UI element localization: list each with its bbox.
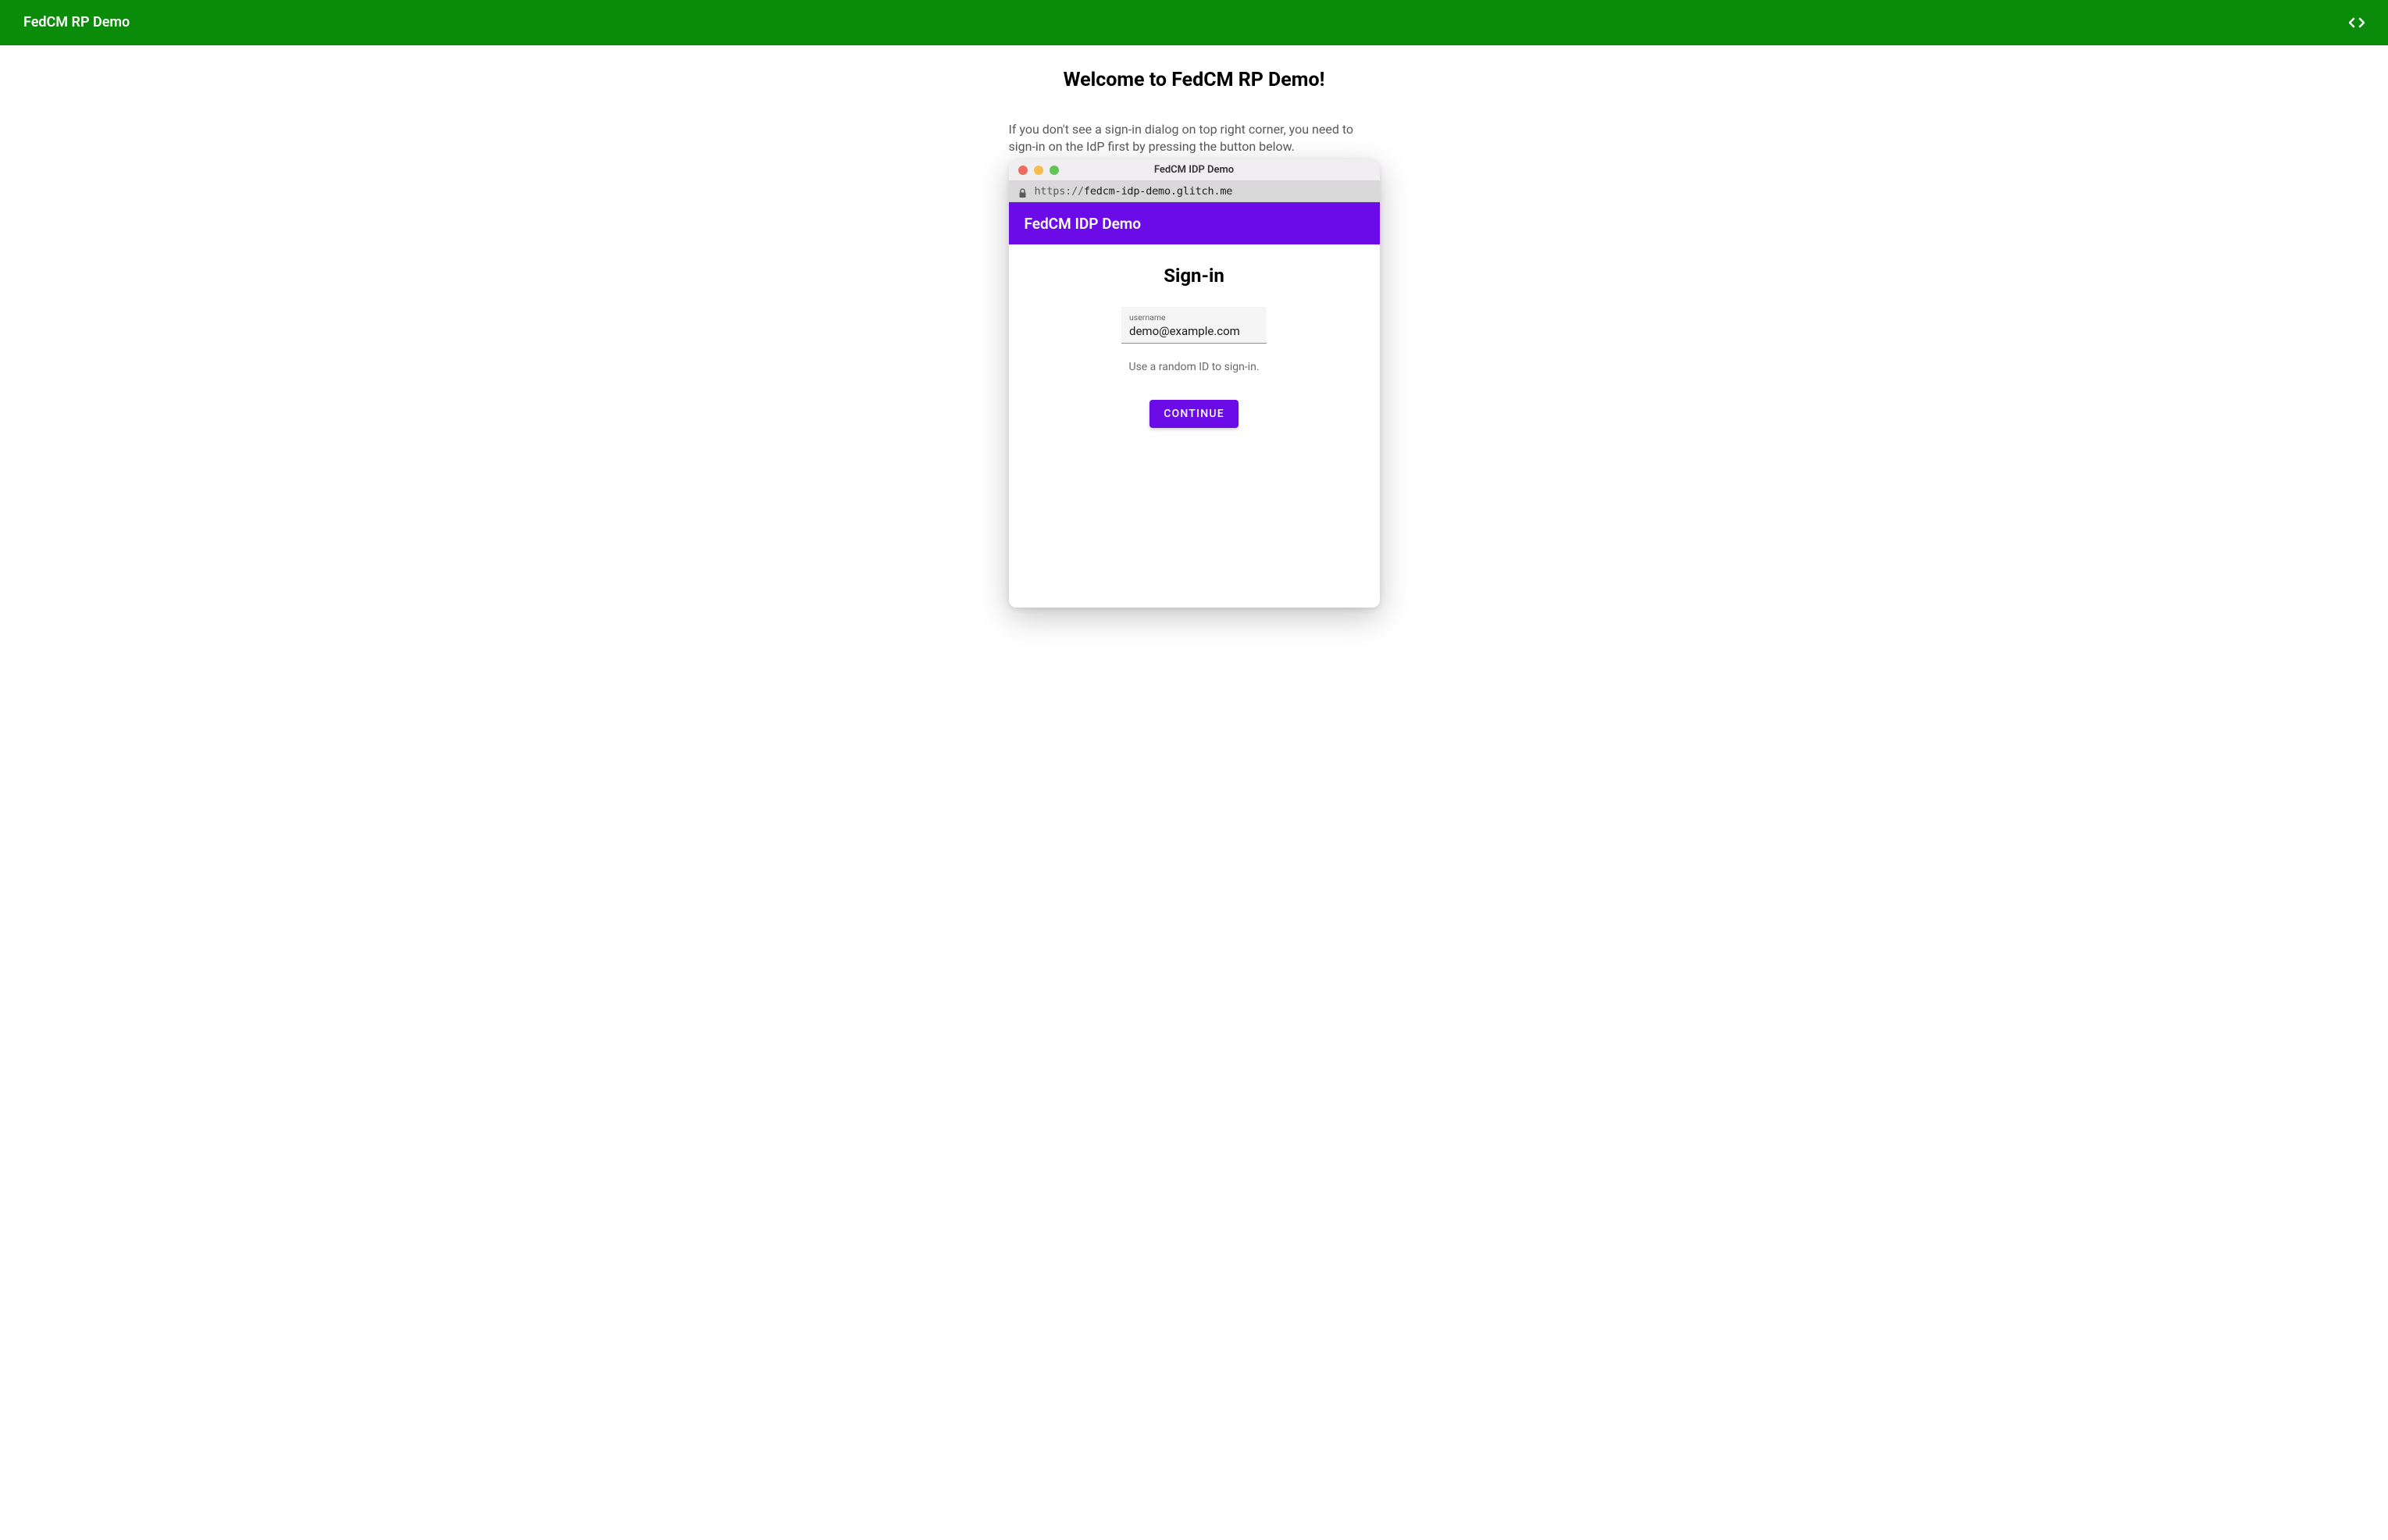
minimize-window-icon[interactable] (1034, 166, 1043, 175)
username-field[interactable]: username (1121, 307, 1267, 344)
continue-button[interactable]: CONTINUE (1149, 400, 1239, 428)
username-label: username (1129, 312, 1259, 323)
welcome-heading: Welcome to FedCM RP Demo! (1064, 69, 1325, 91)
idp-app-title: FedCM IDP Demo (1025, 215, 1142, 233)
main-content: Welcome to FedCM RP Demo! If you don't s… (0, 45, 2388, 608)
url-domain: fedcm-idp-demo.glitch.me (1084, 185, 1232, 198)
url-protocol: https:// (1035, 185, 1084, 198)
top-bar: FedCM RP Demo (0, 0, 2388, 45)
address-bar[interactable]: https://fedcm-idp-demo.glitch.me (1009, 181, 1380, 202)
maximize-window-icon[interactable] (1050, 166, 1059, 175)
app-title: FedCM RP Demo (23, 14, 130, 30)
hint-text: Use a random ID to sign-in. (1128, 361, 1259, 373)
idp-body: Sign-in username Use a random ID to sign… (1009, 244, 1380, 608)
instruction-text: If you don't see a sign-in dialog on top… (1009, 121, 1380, 155)
lock-icon (1018, 187, 1027, 197)
idp-header: FedCM IDP Demo (1009, 202, 1380, 244)
code-icon[interactable] (2349, 17, 2365, 28)
traffic-lights (1009, 166, 1059, 175)
close-window-icon[interactable] (1018, 166, 1028, 175)
browser-window: FedCM IDP Demo https://fedcm-idp-demo.gl… (1009, 159, 1380, 608)
url-text: https://fedcm-idp-demo.glitch.me (1035, 185, 1233, 198)
window-title: FedCM IDP Demo (1009, 164, 1380, 176)
signin-heading: Sign-in (1164, 265, 1224, 287)
window-chrome: FedCM IDP Demo (1009, 159, 1380, 181)
username-input[interactable] (1129, 324, 1259, 338)
